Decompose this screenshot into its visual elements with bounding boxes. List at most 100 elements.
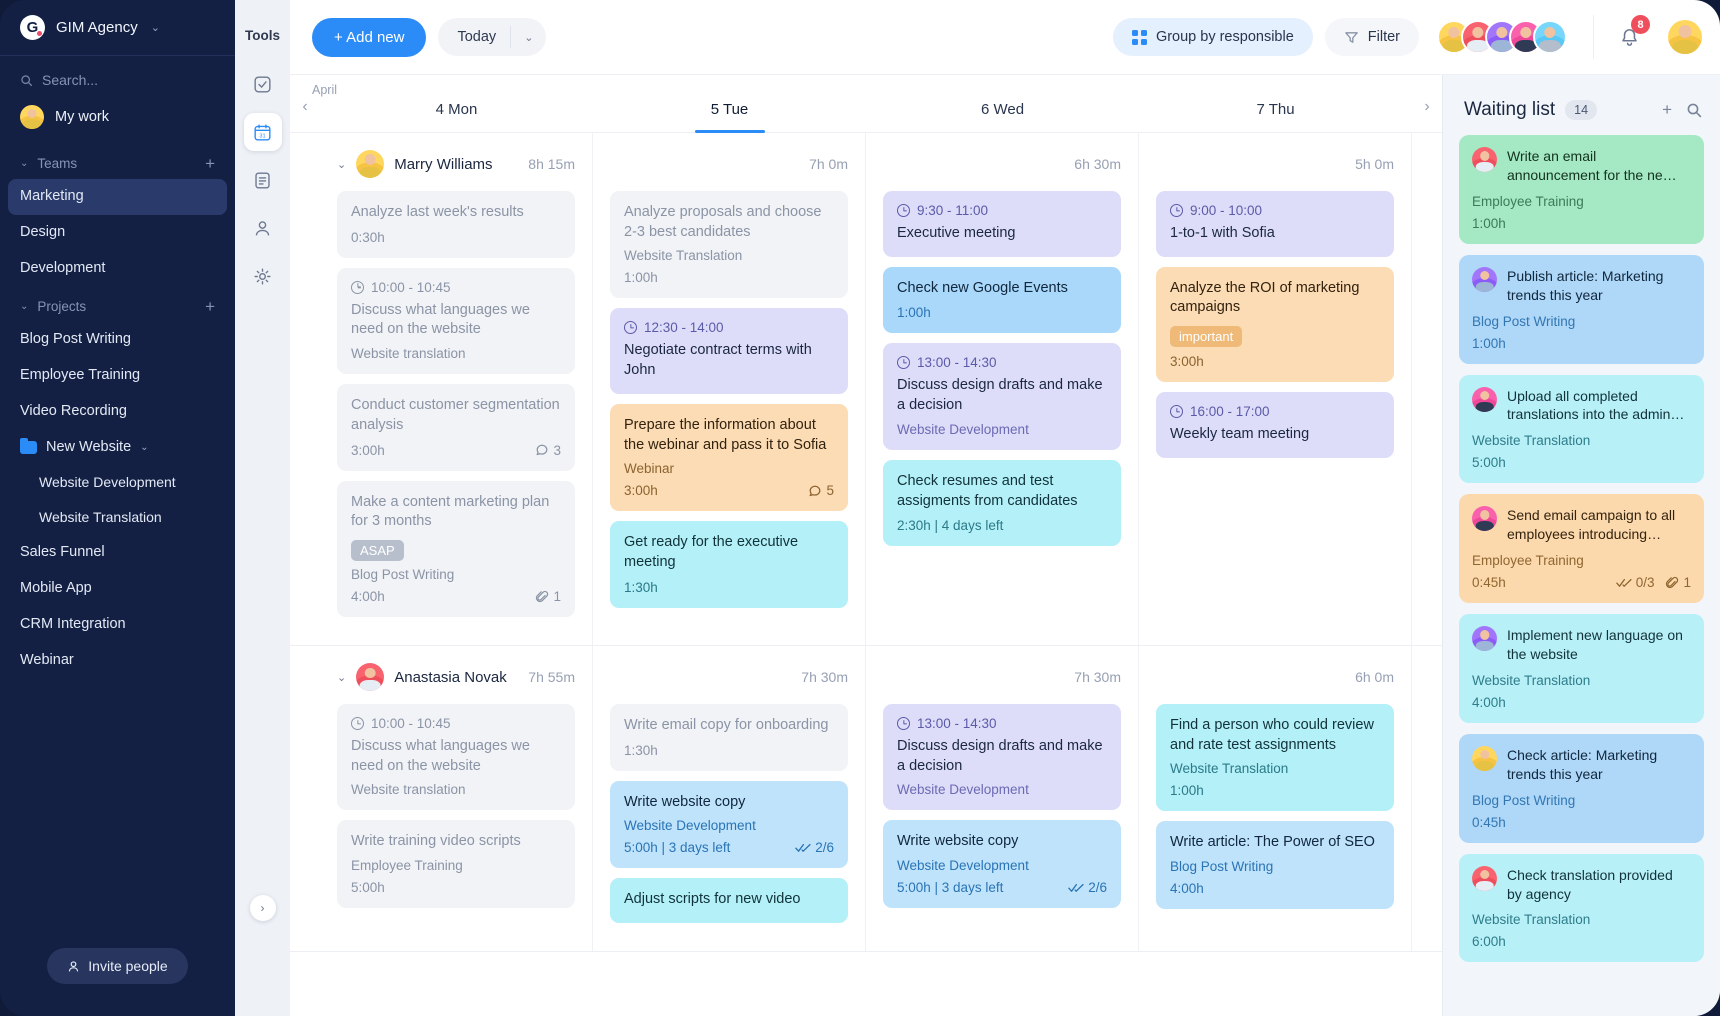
day-header-7-thu[interactable]: 7 Thu [1139, 101, 1412, 132]
waiting-item-footer: 1:00h [1472, 336, 1691, 351]
waiting-list-item[interactable]: Check article: Marketing trends this yea… [1459, 733, 1704, 843]
task-footer: 3:00h 3 [351, 443, 561, 458]
waiting-item-project: Website Translation [1472, 433, 1591, 449]
invite-people-button[interactable]: Invite people [47, 948, 188, 984]
tool-tasks-button[interactable] [244, 65, 282, 103]
add-project-button[interactable]: + [205, 298, 215, 315]
member-avatar-stack[interactable] [1437, 20, 1567, 54]
task-footer: 0:30h [351, 230, 561, 245]
task-card[interactable]: 9:00 - 10:00 1-to-1 with Sofia [1156, 191, 1394, 257]
task-card[interactable]: 16:00 - 17:00 Weekly team meeting [1156, 392, 1394, 458]
current-user-avatar[interactable] [1668, 20, 1702, 54]
sidebar-item-blog-post-writing[interactable]: Blog Post Writing [0, 322, 235, 358]
waiting-item-footer: 1:00h [1472, 216, 1691, 231]
task-card[interactable]: Write email copy for onboarding 1:30h [610, 704, 848, 771]
search-input[interactable]: Search... [0, 56, 235, 100]
person-header: 6h 0m [1156, 660, 1394, 694]
month-label: April [312, 83, 338, 97]
task-title: Conduct customer segmentation analysis [351, 397, 560, 433]
search-icon[interactable] [1686, 102, 1702, 118]
task-card[interactable]: 10:00 - 10:45 Discuss what languages we n… [337, 704, 575, 811]
sidebar-group-projects[interactable]: ⌄ Projects + [0, 286, 235, 322]
teams-label: Teams [37, 156, 78, 171]
clock-icon [1170, 405, 1183, 419]
tool-notes-button[interactable] [244, 161, 282, 199]
next-week-button[interactable]: › [1412, 98, 1442, 132]
sidebar-item-website-development[interactable]: Website Development [0, 465, 235, 500]
add-new-button[interactable]: + Add new [312, 17, 427, 57]
day-column: ⌄ Anastasia Novak 7h 55m 10:00 - 10:45 Discu… [320, 646, 593, 952]
task-card[interactable]: Conduct customer segmentation analysis 3:… [337, 384, 575, 471]
sidebar-folder-new-website[interactable]: New Website ⌄ [0, 430, 235, 466]
task-card[interactable]: Prepare the information about the webina… [610, 403, 848, 512]
task-time-label: 9:30 - 11:00 [917, 203, 989, 218]
sidebar-item-my-work[interactable]: My work [0, 100, 235, 143]
task-card[interactable]: Analyze proposals and choose 2-3 best ca… [610, 191, 848, 299]
task-card[interactable]: Analyze last week's results 0:30h [337, 191, 575, 258]
chevron-down-icon: ⌄ [20, 301, 29, 313]
today-selector[interactable]: Today ⌄ [438, 18, 547, 56]
waiting-list-item[interactable]: Implement new language on the website Web… [1459, 614, 1704, 723]
sidebar-item-mobile-app[interactable]: Mobile App [0, 571, 235, 607]
sidebar-item-marketing[interactable]: Marketing [8, 179, 227, 215]
task-time: 9:00 - 10:00 [1170, 203, 1380, 218]
sidebar-item-crm-integration[interactable]: CRM Integration [0, 607, 235, 643]
sidebar-item-design[interactable]: Design [0, 215, 235, 251]
sidebar-group-teams[interactable]: ⌄ Teams + [0, 143, 235, 179]
task-card[interactable]: Find a person who could review and rate … [1156, 704, 1394, 812]
filter-button[interactable]: Filter [1324, 18, 1419, 56]
sidebar-item-employee-training[interactable]: Employee Training [0, 358, 235, 394]
prev-week-button[interactable]: ‹ [290, 98, 320, 132]
notifications-button[interactable]: 8 [1614, 15, 1650, 52]
day-column: 6h 0m Find a person who could review and … [1139, 646, 1412, 952]
task-title: Discuss what languages we need on the we… [351, 738, 530, 774]
avatar[interactable] [1533, 20, 1567, 54]
sidebar-item-development[interactable]: Development [0, 251, 235, 287]
collapse-person-button[interactable]: ⌄ [337, 158, 346, 171]
notification-badge: 8 [1631, 15, 1650, 34]
waiting-list-item[interactable]: Write an email announcement for the ne… E… [1459, 135, 1704, 244]
workspace-switcher[interactable]: G GIM Agency ⌄ [0, 0, 235, 56]
chevron-down-icon: ⌄ [524, 31, 534, 44]
waiting-list-item[interactable]: Check translation provided by agency Webs… [1459, 853, 1704, 963]
tool-calendar-button[interactable]: 31 [243, 113, 282, 151]
task-title: Write article: The Power of SEO [1170, 834, 1375, 851]
waiting-list-item[interactable]: Publish article: Marketing trends this y… [1459, 254, 1704, 364]
avatar [1472, 865, 1497, 891]
task-card[interactable]: Check resumes and test assigments from c… [883, 459, 1121, 547]
expand-rail-button[interactable]: › [249, 895, 276, 921]
divider [1593, 15, 1594, 59]
add-waiting-task-button[interactable]: + [1662, 100, 1672, 120]
task-time-label: 10:00 - 10:45 [371, 716, 451, 732]
tool-people-button[interactable] [244, 209, 282, 247]
waiting-list-item[interactable]: Send email campaign to all employees int… [1459, 494, 1704, 604]
day-header-6-wed[interactable]: 6 Wed [866, 101, 1139, 132]
sidebar-item-sales-funnel[interactable]: Sales Funnel [0, 535, 235, 571]
task-title: Write training video scripts [351, 833, 521, 850]
task-card[interactable]: 12:30 - 14:00 Negotiate contract terms wi… [610, 308, 848, 394]
waiting-list-item[interactable]: Upload all completed translations into t… [1459, 374, 1704, 484]
task-card[interactable]: Write website copy Website Development 5:0… [610, 780, 848, 869]
app-window: G GIM Agency ⌄ Search... My work ⌄ Teams… [0, 0, 1720, 1016]
add-team-button[interactable]: + [205, 155, 215, 172]
task-card[interactable]: 13:00 - 14:30 Discuss design drafts and m… [883, 343, 1121, 450]
collapse-person-button[interactable]: ⌄ [337, 671, 346, 684]
sidebar-item-website-translation[interactable]: Website Translation [0, 500, 235, 535]
task-card[interactable]: Get ready for the executive meeting 1:30h [610, 521, 848, 608]
day-header-4-mon[interactable]: 4 Mon [320, 101, 593, 132]
task-card[interactable]: Analyze the ROI of marketing campaigns im… [1156, 266, 1394, 383]
sidebar-item-webinar[interactable]: Webinar [0, 643, 235, 679]
task-card[interactable]: Make a content marketing plan for 3 mont… [337, 480, 575, 618]
task-card[interactable]: 9:30 - 11:00 Executive meeting [883, 191, 1121, 257]
task-card[interactable]: Adjust scripts for new video [610, 878, 848, 924]
day-header-5-tue[interactable]: 5 Tue [593, 101, 866, 132]
task-card[interactable]: 10:00 - 10:45 Discuss what languages we n… [337, 267, 575, 375]
task-card[interactable]: Write website copy Website Development 5:0… [883, 820, 1121, 909]
task-card[interactable]: Write article: The Power of SEO Blog Post… [1156, 821, 1394, 910]
task-card[interactable]: Write training video scripts Employee Tra… [337, 820, 575, 909]
task-card[interactable]: 13:00 - 14:30 Discuss design drafts and m… [883, 704, 1121, 811]
task-card[interactable]: Check new Google Events 1:00h [883, 266, 1121, 334]
tool-settings-button[interactable] [244, 257, 282, 295]
sidebar-item-video-recording[interactable]: Video Recording [0, 394, 235, 430]
group-by-responsible-button[interactable]: Group by responsible [1112, 18, 1313, 56]
